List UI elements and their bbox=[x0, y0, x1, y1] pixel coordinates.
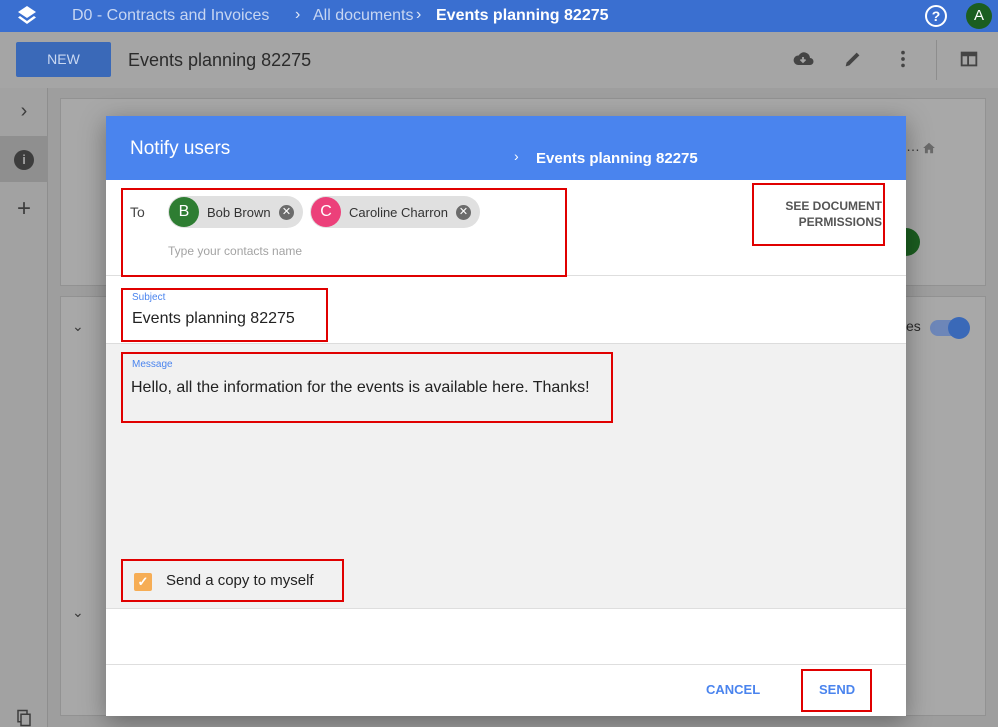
document-toolbar: NEW Events planning 82275 bbox=[0, 32, 998, 88]
cloud-download-icon[interactable] bbox=[790, 48, 816, 74]
help-icon[interactable]: ? bbox=[925, 5, 947, 27]
collapse-chevron-icon[interactable]: ⌄ bbox=[72, 318, 84, 335]
collapse-chevron-icon[interactable]: ⌄ bbox=[72, 604, 84, 621]
info-tab[interactable]: i bbox=[0, 136, 48, 182]
breadcrumb-workspace[interactable]: D0 - Contracts and Invoices bbox=[72, 7, 269, 25]
dialog-document-name: Events planning 82275 bbox=[536, 150, 698, 167]
toolbar-divider bbox=[936, 40, 937, 80]
highlight-recipients bbox=[121, 188, 567, 277]
copy-icon[interactable] bbox=[0, 698, 48, 727]
more-vert-icon[interactable] bbox=[890, 48, 916, 74]
dialog-header: Notify users › Events planning 82275 bbox=[106, 116, 906, 180]
breadcrumb-separator-icon: › bbox=[416, 6, 422, 23]
new-button[interactable]: NEW bbox=[16, 42, 111, 77]
pencil-icon[interactable] bbox=[840, 48, 866, 74]
breadcrumb-all-documents[interactable]: All documents bbox=[313, 7, 414, 25]
app-bar: D0 - Contracts and Invoices › All docume… bbox=[0, 0, 998, 32]
side-rail: › i + bbox=[0, 88, 48, 727]
add-icon[interactable]: + bbox=[0, 186, 48, 232]
toggle-label: es bbox=[906, 318, 921, 334]
info-icon: i bbox=[14, 149, 34, 170]
divider bbox=[106, 608, 906, 609]
highlight-send-copy bbox=[121, 559, 344, 602]
chevron-right-icon: › bbox=[514, 148, 519, 164]
highlight-permissions bbox=[752, 183, 885, 246]
toggle-knob bbox=[948, 317, 970, 339]
layout-icon[interactable] bbox=[956, 48, 982, 74]
highlight-message bbox=[121, 352, 613, 423]
toggle-switch[interactable] bbox=[930, 317, 970, 339]
ellipsis-text: … bbox=[906, 138, 920, 154]
divider bbox=[106, 664, 906, 665]
highlight-subject bbox=[121, 288, 328, 342]
expand-chevron-icon[interactable]: › bbox=[0, 88, 48, 134]
home-icon[interactable] bbox=[922, 141, 936, 160]
breadcrumb-separator-icon: › bbox=[295, 6, 301, 23]
dialog-title: Notify users bbox=[130, 138, 231, 159]
app-logo-icon[interactable] bbox=[14, 4, 40, 28]
document-title: Events planning 82275 bbox=[128, 50, 312, 70]
breadcrumb-current: Events planning 82275 bbox=[436, 7, 609, 24]
cancel-button[interactable]: CANCEL bbox=[706, 682, 760, 697]
user-avatar[interactable]: A bbox=[966, 3, 992, 29]
highlight-send bbox=[801, 669, 872, 712]
